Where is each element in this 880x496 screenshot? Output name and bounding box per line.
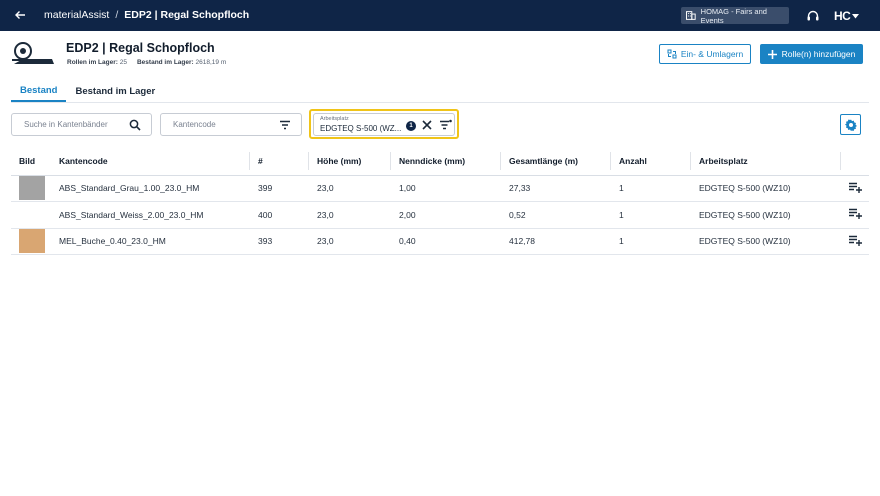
breadcrumb-app[interactable]: materialAssist <box>44 9 109 21</box>
roll-icon <box>12 42 54 64</box>
cell-nr: 393 <box>250 228 309 255</box>
filter-settings-icon[interactable] <box>439 119 452 131</box>
cell-nenndicke: 2,00 <box>391 201 501 229</box>
breadcrumb: materialAssist / EDP2 | Regal Schopfloch <box>44 9 249 21</box>
cell-kantencode: MEL_Buche_0.40_23.0_HM <box>51 228 250 255</box>
column-header-bild: Bild <box>11 148 51 176</box>
building-icon <box>686 11 696 20</box>
arbeitsplatz-filter-value: EDGTEQ S-500 (WZ... <box>320 124 402 133</box>
clear-icon[interactable] <box>421 119 433 131</box>
arbeitsplatz-filter[interactable]: Arbeitsplatz EDGTEQ S-500 (WZ... 1 <box>313 113 455 136</box>
cell-anzahl: 1 <box>611 175 691 202</box>
tab-bar: Bestand Bestand im Lager <box>11 80 164 102</box>
cell-kantencode: ABS_Standard_Grau_1.00_23.0_HM <box>51 175 250 202</box>
back-button[interactable] <box>12 7 28 23</box>
organization-button[interactable]: HOMAG - Fairs and Events <box>681 6 789 25</box>
tab-divider <box>11 102 869 103</box>
cell-nenndicke: 1,00 <box>391 175 501 202</box>
search-field <box>11 113 152 136</box>
cell-arbeitsplatz: EDGTEQ S-500 (WZ10) <box>691 175 841 202</box>
transfer-icon <box>667 49 677 59</box>
page-title: EDP2 | Regal Schopfloch <box>66 41 215 55</box>
table-settings-button[interactable] <box>840 114 861 135</box>
edge-swatch <box>19 202 45 227</box>
table-row[interactable]: MEL_Buche_0.40_23.0_HM 393 23,0 0,40 412… <box>11 228 869 255</box>
arbeitsplatz-filter-count-badge: 1 <box>406 121 416 131</box>
column-header-hoehe[interactable]: Höhe (mm) <box>309 148 391 176</box>
kantencode-filter-field <box>160 113 302 136</box>
tab-bestand-im-lager[interactable]: Bestand im Lager <box>66 80 164 102</box>
add-rolls-label: Rolle(n) hinzufügen <box>781 49 856 59</box>
edge-swatch <box>19 176 45 201</box>
column-header-arbeitsplatz[interactable]: Arbeitsplatz <box>691 148 841 176</box>
playlist-add-icon[interactable] <box>848 208 862 220</box>
table-header-row: Bild Kantencode # Höhe (mm) Nenndicke (m… <box>11 148 869 176</box>
search-icon[interactable] <box>129 119 141 131</box>
cell-hoehe: 23,0 <box>309 201 391 229</box>
cell-anzahl: 1 <box>611 201 691 229</box>
cell-kantencode: ABS_Standard_Weiss_2.00_23.0_HM <box>51 201 250 229</box>
column-header-nenndicke[interactable]: Nenndicke (mm) <box>391 148 501 176</box>
rolls-count: Rollen im Lager: 25 <box>67 59 127 66</box>
organization-label: HOMAG - Fairs and Events <box>700 6 767 25</box>
cell-arbeitsplatz: EDGTEQ S-500 (WZ10) <box>691 201 841 229</box>
cell-gesamtlaenge: 412,78 <box>501 228 611 255</box>
chevron-down-icon <box>852 13 860 18</box>
table-row[interactable]: ABS_Standard_Grau_1.00_23.0_HM 399 23,0 … <box>11 175 869 202</box>
support-button[interactable] <box>806 9 820 23</box>
filter-icon[interactable] <box>279 119 291 131</box>
headset-icon <box>807 10 819 21</box>
gear-icon <box>844 119 857 131</box>
breadcrumb-separator: / <box>115 9 119 21</box>
cell-nenndicke: 0,40 <box>391 228 501 255</box>
storage-summary: Rollen im Lager: 25 Bestand im Lager: 26… <box>67 59 226 66</box>
playlist-add-icon[interactable] <box>848 182 862 193</box>
cell-arbeitsplatz: EDGTEQ S-500 (WZ10) <box>691 228 841 255</box>
table-row[interactable]: ABS_Standard_Weiss_2.00_23.0_HM 400 23,0… <box>11 201 869 229</box>
top-bar: materialAssist / EDP2 | Regal Schopfloch… <box>0 0 880 31</box>
cell-hoehe: 23,0 <box>309 228 391 255</box>
add-rolls-button[interactable]: Rolle(n) hinzufügen <box>760 44 863 64</box>
arrow-left-icon <box>15 11 25 19</box>
stock-table: Bild Kantencode # Höhe (mm) Nenndicke (m… <box>11 148 869 255</box>
cell-anzahl: 1 <box>611 228 691 255</box>
column-header-anzahl[interactable]: Anzahl <box>611 148 691 176</box>
column-header-kantencode[interactable]: Kantencode <box>51 148 250 176</box>
playlist-add-icon[interactable] <box>848 235 862 246</box>
stock-length: Bestand im Lager: 2618,19 m <box>136 59 227 66</box>
logo-icon: HC <box>834 9 851 23</box>
cell-gesamtlaenge: 0,52 <box>501 201 611 229</box>
column-header-nr[interactable]: # <box>250 148 309 176</box>
breadcrumb-current: EDP2 | Regal Schopfloch <box>124 9 250 21</box>
move-stock-label: Ein- & Umlagern <box>680 49 744 59</box>
user-menu-button[interactable]: HC <box>834 8 860 24</box>
arbeitsplatz-filter-label: Arbeitsplatz <box>320 116 349 122</box>
cell-nr: 400 <box>250 201 309 229</box>
column-header-actions <box>841 148 869 176</box>
plus-icon <box>767 49 777 59</box>
edge-swatch <box>19 229 45 254</box>
column-header-gesamtlaenge[interactable]: Gesamtlänge (m) <box>501 148 611 176</box>
cell-nr: 399 <box>250 175 309 202</box>
tab-bestand[interactable]: Bestand <box>11 80 67 102</box>
cell-gesamtlaenge: 27,33 <box>501 175 611 202</box>
move-stock-button[interactable]: Ein- & Umlagern <box>659 44 751 64</box>
cell-hoehe: 23,0 <box>309 175 391 202</box>
